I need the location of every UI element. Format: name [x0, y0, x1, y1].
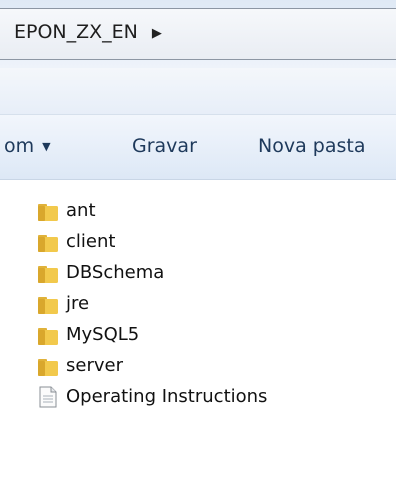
list-item-ant[interactable]: ant — [36, 195, 396, 226]
address-bar[interactable]: EPON_ZX_EN ▶ — [0, 8, 396, 60]
file-name: client — [66, 231, 116, 252]
burn-button[interactable]: Gravar — [132, 135, 197, 157]
list-item-mysql5[interactable]: MySQL5 — [36, 319, 396, 350]
file-name: jre — [66, 293, 90, 314]
chevron-down-icon: ▼ — [42, 139, 51, 153]
list-item-jre[interactable]: jre — [36, 288, 396, 319]
folder-icon — [38, 203, 58, 221]
folder-icon — [38, 234, 58, 252]
share-with-button[interactable]: om ▼ — [4, 135, 51, 157]
new-folder-button[interactable]: Nova pasta — [258, 135, 365, 157]
burn-label: Gravar — [132, 135, 197, 157]
folder-icon — [38, 358, 58, 376]
document-icon — [39, 386, 57, 407]
list-item-client[interactable]: client — [36, 226, 396, 257]
command-toolbar: om ▼ Gravar Nova pasta — [0, 114, 396, 180]
folder-icon — [38, 327, 58, 345]
file-name: Operating Instructions — [66, 386, 268, 407]
chevron-right-icon[interactable]: ▶ — [152, 26, 162, 41]
list-item-server[interactable]: server — [36, 350, 396, 381]
explorer-window: EPON_ZX_EN ▶ om ▼ Gravar Nova pasta ant — [0, 0, 396, 492]
file-name: DBSchema — [66, 262, 165, 283]
address-area: EPON_ZX_EN ▶ — [0, 0, 396, 68]
address-band — [0, 68, 396, 114]
file-list: ant client DBSchema jre MySQL5 server Op… — [36, 195, 396, 412]
breadcrumb-item-epon[interactable]: EPON_ZX_EN — [14, 21, 138, 43]
file-name: MySQL5 — [66, 324, 140, 345]
share-with-label: om — [4, 135, 35, 157]
list-item-dbschema[interactable]: DBSchema — [36, 257, 396, 288]
new-folder-label: Nova pasta — [258, 135, 366, 157]
file-name: ant — [66, 200, 96, 221]
breadcrumb: EPON_ZX_EN ▶ — [14, 21, 162, 43]
folder-icon — [38, 265, 58, 283]
list-item-operating-instructions[interactable]: Operating Instructions — [36, 381, 396, 412]
folder-icon — [38, 296, 58, 314]
file-name: server — [66, 355, 123, 376]
